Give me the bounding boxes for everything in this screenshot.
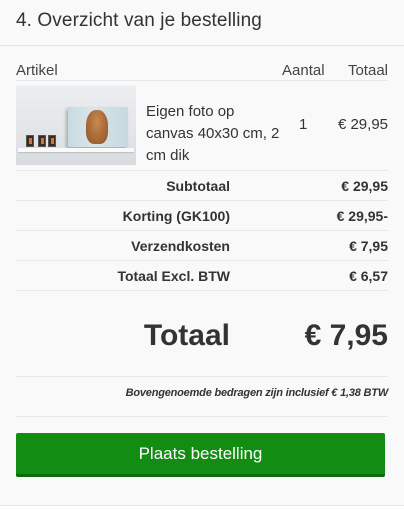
- summary-value: € 29,95: [341, 178, 388, 194]
- table-header: Artikel Aantal Totaal: [16, 46, 388, 81]
- place-order-button[interactable]: Plaats bestelling: [16, 433, 385, 477]
- product-name: Eigen foto op canvas 40x30 cm, 2 cm dik: [146, 103, 280, 164]
- summary-label: Totaal Excl. BTW: [117, 268, 230, 284]
- header-quantity: Aantal: [282, 62, 325, 79]
- summary-row-subtotal: Subtotaal € 29,95: [16, 171, 388, 201]
- grand-total-row: Totaal € 7,95: [16, 291, 388, 377]
- summary-label: Verzendkosten: [131, 238, 230, 254]
- order-overview-panel: 4. Overzicht van je bestelling Artikel A…: [0, 0, 404, 510]
- summary-row-discount: Korting (GK100) € 29,95-: [16, 201, 388, 231]
- section-title: 4. Overzicht van je bestelling: [16, 10, 262, 31]
- product-total: € 29,95: [337, 116, 388, 133]
- summary-value: € 29,95-: [336, 208, 388, 224]
- section-header: 4. Overzicht van je bestelling: [0, 0, 404, 46]
- grand-total-value: € 7,95: [304, 319, 388, 352]
- divider: [0, 505, 404, 510]
- header-article: Artikel: [16, 62, 58, 79]
- product-thumbnail: [16, 85, 136, 165]
- summary-row-excl-vat: Totaal Excl. BTW € 6,57: [16, 261, 388, 291]
- summary-value: € 7,95: [349, 238, 388, 254]
- summary-value: € 6,57: [349, 268, 388, 284]
- summary-label: Subtotaal: [166, 178, 230, 194]
- grand-total-label: Totaal: [143, 319, 230, 352]
- vat-note: Bovengenoemde bedragen zijn inclusief € …: [16, 377, 388, 417]
- order-table: Artikel Aantal Totaal Eigen foto op canv…: [0, 46, 404, 477]
- summary-row-shipping: Verzendkosten € 7,95: [16, 231, 388, 261]
- product-quantity: 1: [299, 116, 308, 133]
- header-total: Totaal: [347, 62, 388, 79]
- table-row: Eigen foto op canvas 40x30 cm, 2 cm dik …: [16, 81, 388, 171]
- summary-label: Korting (GK100): [122, 208, 230, 224]
